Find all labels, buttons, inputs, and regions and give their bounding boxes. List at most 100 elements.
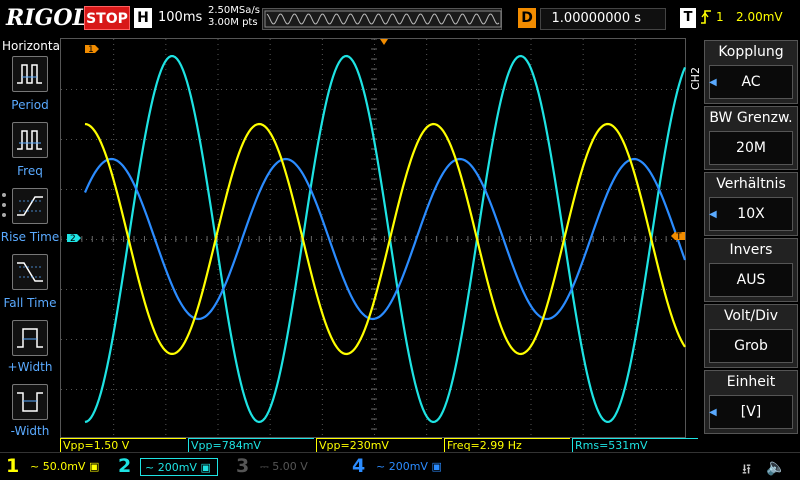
- ch2-scale[interactable]: ~ 200mV ▣: [140, 458, 218, 476]
- top-status-bar: RIGOL STOP H 100ms 2.50MSa/s 3.00M pts D…: [0, 0, 800, 38]
- probe-ratio-value[interactable]: 10X: [709, 197, 793, 231]
- positive-width-label: +Width: [7, 360, 53, 374]
- ch2-waveform: [84, 54, 687, 424]
- invert-menu-item[interactable]: Invers AUS: [704, 238, 798, 302]
- rise-time-button[interactable]: [12, 188, 48, 224]
- positive-width-icon: [17, 328, 43, 348]
- bw-limit-icon: ▣: [200, 461, 211, 474]
- trigger-level[interactable]: 2.00mV: [736, 10, 783, 24]
- sidebar-title: Horizontal: [2, 39, 64, 53]
- bw-limit-value[interactable]: 20M: [709, 131, 793, 165]
- ch3-scale-value: 5.00 V: [272, 460, 308, 473]
- period-icon: [17, 64, 42, 84]
- measurement-item[interactable]: Rms=531mV: [572, 438, 698, 452]
- sample-rate: 2.50MSa/s: [208, 5, 260, 16]
- ch3-number[interactable]: 3: [236, 455, 249, 477]
- ch1-waveform: [84, 122, 686, 356]
- coupling-value[interactable]: AC: [709, 65, 793, 99]
- invert-title: Invers: [705, 239, 797, 261]
- ch2-marker-label: 2: [70, 234, 76, 244]
- ch4-number[interactable]: 4: [352, 455, 365, 477]
- rising-edge-icon: [700, 8, 712, 30]
- ch1-offset-marker[interactable]: 1: [85, 45, 99, 55]
- sidebar-scroll-dots: [2, 193, 8, 223]
- rise-time-icon: [17, 196, 43, 216]
- measurement-bar: Vpp=1.50 V Vpp=784mV Vpp=230mV Freq=2.99…: [60, 438, 700, 452]
- trigger-position-marker[interactable]: [380, 39, 388, 45]
- fall-time-icon: [17, 262, 43, 282]
- ch2-offset-marker[interactable]: 2: [67, 234, 81, 244]
- ch1-marker-label: 1: [88, 45, 94, 55]
- freq-icon: [17, 130, 42, 150]
- unit-value[interactable]: [V]: [709, 395, 793, 429]
- ch4-waveform: [83, 157, 687, 321]
- bw-limit-icon: ▣: [88, 460, 100, 473]
- measurement-item[interactable]: Vpp=230mV: [316, 438, 442, 452]
- probe-ratio-arrow-icon: ◀: [709, 209, 717, 220]
- bw-limit-title: BW Grenzw.: [705, 107, 797, 129]
- ch2-scale-value: 200mV: [157, 461, 197, 474]
- memory-overview-wave: [264, 10, 502, 28]
- period-button[interactable]: [12, 56, 48, 92]
- negative-width-button[interactable]: [12, 384, 48, 420]
- waveform-canvas: 1 2 T: [61, 39, 687, 435]
- measure-sidebar: Horizontal Period Freq Rise Time Fall Ti…: [0, 38, 64, 440]
- menu-channel-tag: CH2: [689, 67, 702, 90]
- period-label: Period: [11, 98, 49, 112]
- coupling-menu-item[interactable]: Kopplung AC ◀: [704, 40, 798, 104]
- volt-div-title: Volt/Div: [705, 305, 797, 327]
- probe-ratio-title: Verhältnis: [705, 173, 797, 195]
- positive-width-button[interactable]: [12, 320, 48, 356]
- ac-coupling-icon: ~: [145, 461, 155, 474]
- freq-label: Freq: [17, 164, 43, 178]
- trigger-level-marker[interactable]: T: [671, 232, 685, 242]
- ch4-scale-value: 200mV: [388, 460, 428, 473]
- ac-coupling-icon: ~: [30, 460, 40, 473]
- memory-overview-strip: [262, 8, 502, 30]
- trigger-marker-label: T: [675, 232, 682, 242]
- measurement-item[interactable]: Vpp=1.50 V: [60, 438, 186, 452]
- memory-depth: 3.00M pts: [208, 17, 258, 28]
- freq-button[interactable]: [12, 122, 48, 158]
- ch1-number[interactable]: 1: [6, 455, 19, 477]
- bw-limit-menu-item[interactable]: BW Grenzw. 20M: [704, 106, 798, 170]
- channel-status-bar: 1 ~ 50.0mV ▣ 2 ~ 200mV ▣ 3 ⎓ 5.00 V 4 ~ …: [0, 452, 800, 480]
- ch1-scale-value: 50.0mV: [42, 460, 86, 473]
- timebase-value[interactable]: 100ms: [158, 10, 202, 25]
- horizontal-badge: H: [134, 8, 152, 28]
- delay-value[interactable]: 1.00000000 s: [540, 8, 666, 30]
- unit-menu-item[interactable]: Einheit [V] ◀: [704, 370, 798, 434]
- probe-ratio-menu-item[interactable]: Verhältnis 10X ◀: [704, 172, 798, 236]
- fall-time-label: Fall Time: [3, 296, 57, 310]
- coupling-title: Kopplung: [705, 41, 797, 63]
- volt-div-value[interactable]: Grob: [709, 329, 793, 363]
- fall-time-button[interactable]: [12, 254, 48, 290]
- dc-coupling-icon: ⎓: [260, 460, 269, 473]
- rigol-logo: RIGOL: [6, 5, 88, 31]
- speaker-muted-icon[interactable]: 🔈: [766, 457, 786, 476]
- trigger-badge: T: [680, 8, 696, 28]
- bw-limit-icon: ▣: [431, 460, 442, 473]
- ch4-scale[interactable]: ~ 200mV ▣: [372, 458, 456, 476]
- rise-time-label: Rise Time: [0, 230, 60, 244]
- measurement-item[interactable]: Vpp=784mV: [188, 438, 314, 452]
- negative-width-icon: [17, 392, 43, 412]
- invert-value[interactable]: AUS: [709, 263, 793, 297]
- ch2-number[interactable]: 2: [118, 455, 131, 477]
- usb-icon: ⭿: [742, 462, 752, 478]
- run-stop-indicator[interactable]: STOP: [84, 6, 130, 30]
- ac-coupling-icon: ~: [376, 460, 386, 473]
- measurement-item[interactable]: Freq=2.99 Hz: [444, 438, 570, 452]
- negative-width-label: -Width: [10, 424, 50, 438]
- coupling-arrow-icon: ◀: [709, 77, 717, 88]
- waveform-display[interactable]: 1 2 T: [60, 38, 687, 438]
- ch3-scale[interactable]: ⎓ 5.00 V: [256, 458, 336, 476]
- channel-menu: CH2 Kopplung AC ◀ BW Grenzw. 20M Verhält…: [686, 38, 800, 440]
- volt-div-menu-item[interactable]: Volt/Div Grob: [704, 304, 798, 368]
- delay-badge: D: [518, 8, 536, 28]
- unit-arrow-icon: ◀: [709, 407, 717, 418]
- unit-title: Einheit: [705, 371, 797, 393]
- acquisition-info: 2.50MSa/s 3.00M pts: [208, 5, 260, 29]
- ch1-scale[interactable]: ~ 50.0mV ▣: [26, 458, 102, 476]
- trigger-source: 1: [716, 10, 724, 24]
